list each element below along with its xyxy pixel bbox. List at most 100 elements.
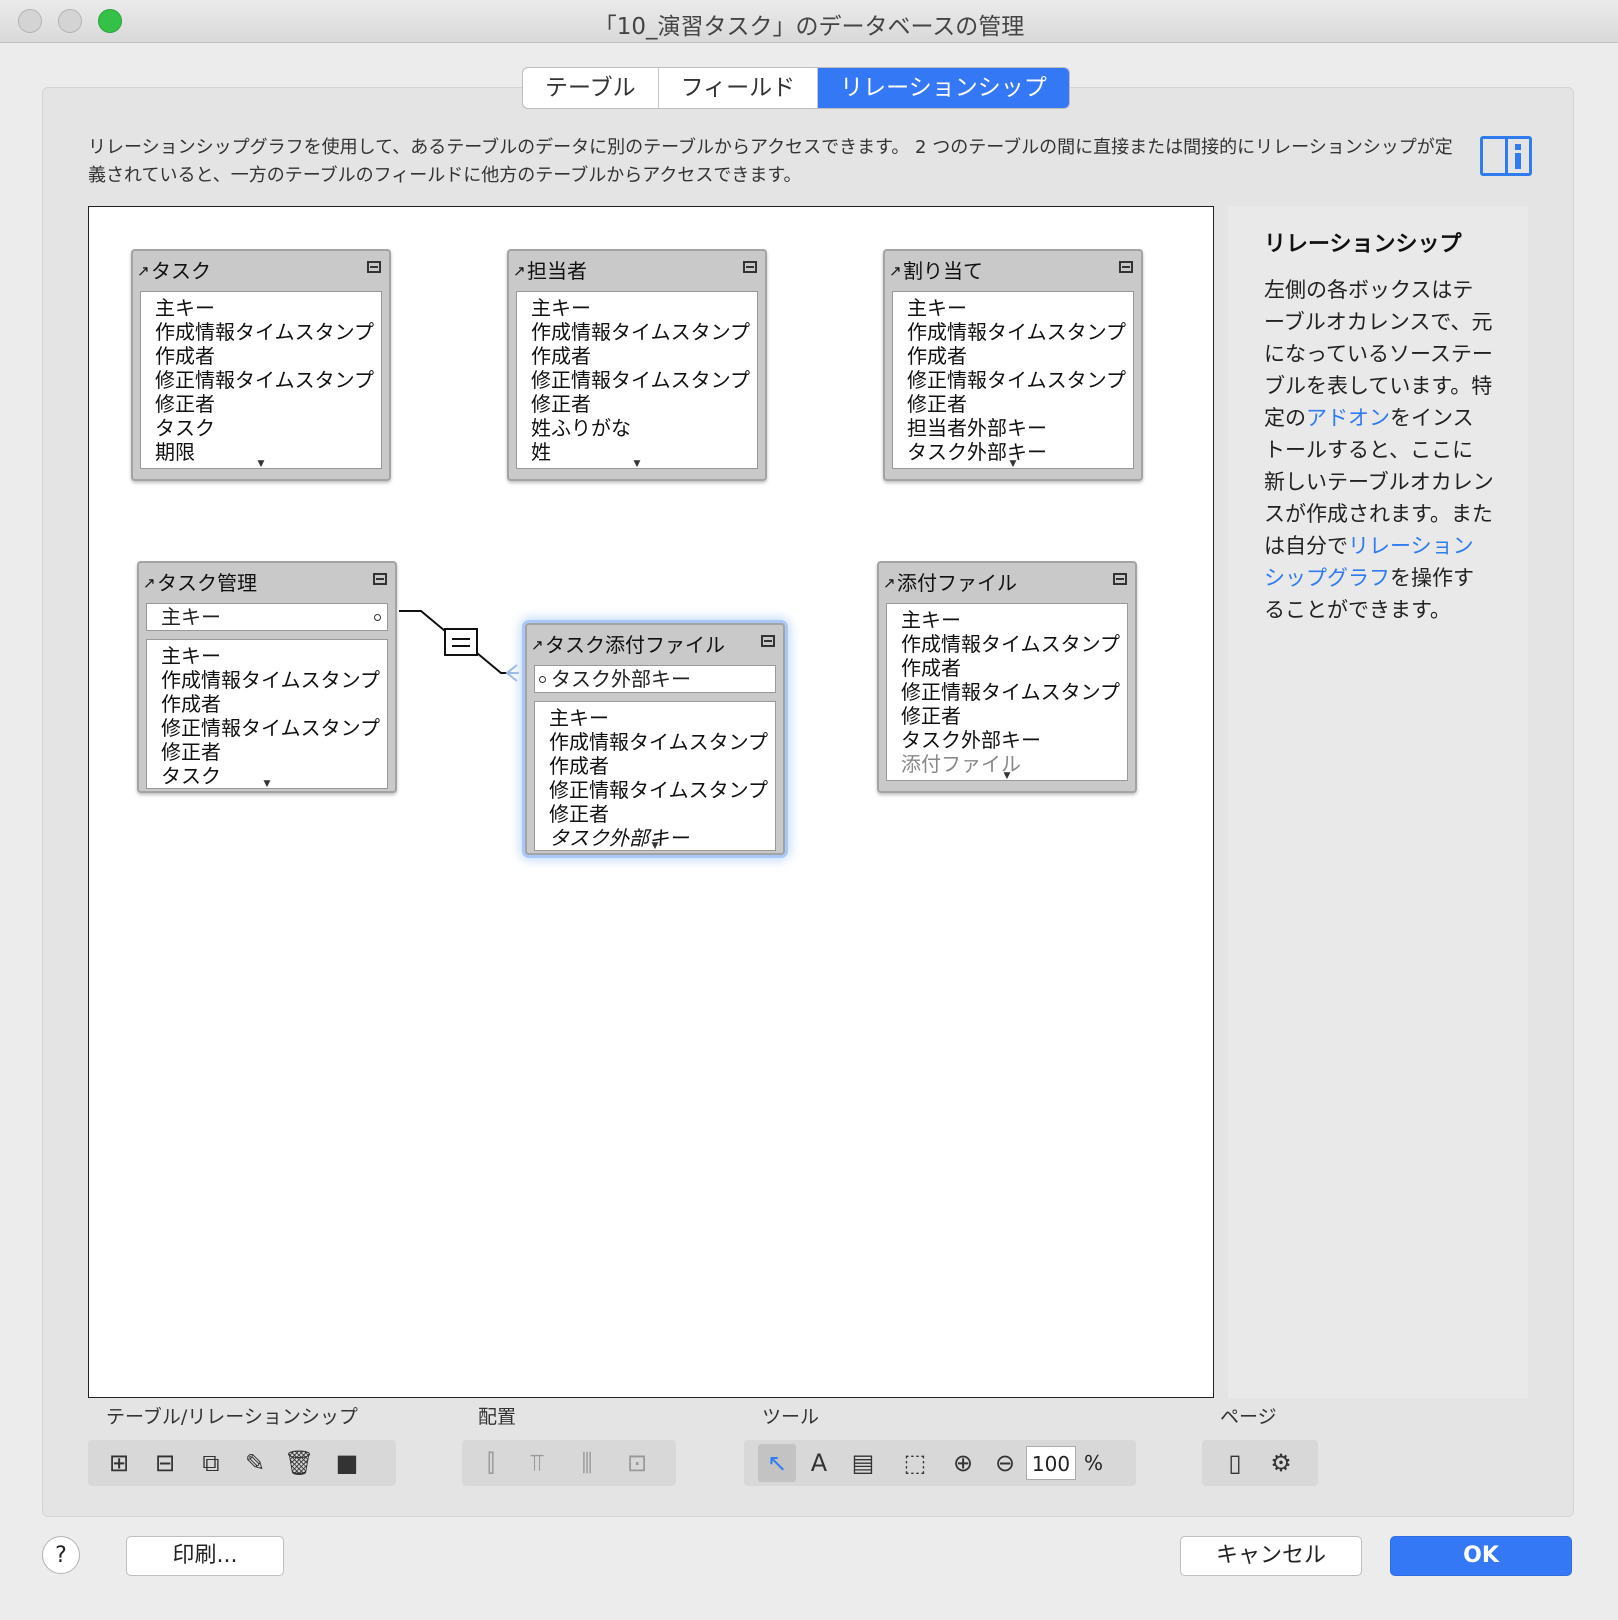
- scroll-down-icon[interactable]: ▼: [627, 460, 647, 469]
- field-item[interactable]: 主キー: [517, 296, 757, 320]
- duplicate-icon[interactable]: ⧉: [196, 1449, 226, 1477]
- page-setup-icon[interactable]: ⚙: [1266, 1449, 1296, 1477]
- cancel-button[interactable]: キャンセル: [1180, 1536, 1362, 1576]
- align-top-icon[interactable]: ⫪: [522, 1449, 552, 1477]
- select-pointer-icon[interactable]: ↖: [758, 1444, 796, 1482]
- table-occurrence-attachment[interactable]: ↗ 添付ファイル 主キー 作成情報タイムスタンプ 作成者 修正情報タイムスタンプ…: [877, 561, 1137, 793]
- match-field[interactable]: タスク外部キー: [551, 667, 691, 691]
- page-breaks-icon[interactable]: ▯: [1220, 1449, 1250, 1477]
- go-to-source-arrow-icon[interactable]: ↗: [143, 574, 156, 592]
- field-list[interactable]: 主キー 作成情報タイムスタンプ 作成者 修正情報タイムスタンプ 修正者 担当者外…: [892, 291, 1134, 469]
- collapse-icon[interactable]: [1119, 261, 1133, 273]
- field-item[interactable]: 作成者: [517, 344, 757, 368]
- scroll-down-icon[interactable]: ▼: [645, 842, 665, 851]
- table-header[interactable]: ↗ タスク添付ファイル: [527, 625, 783, 665]
- table-header[interactable]: ↗ 担当者: [509, 251, 765, 291]
- match-field-section[interactable]: タスク外部キー: [534, 665, 776, 693]
- tab-fields[interactable]: フィールド: [659, 68, 819, 108]
- field-item[interactable]: 姓ふりがな: [517, 416, 757, 440]
- collapse-icon[interactable]: [743, 261, 757, 273]
- match-field-section[interactable]: 主キー: [146, 603, 388, 631]
- relationship-graph[interactable]: ↗ タスク 主キー 作成情報タイムスタンプ 作成者 修正情報タイムスタンプ 修正…: [88, 206, 1214, 1398]
- field-item[interactable]: 作成者: [535, 754, 775, 778]
- table-occurrence-assignment[interactable]: ↗ 割り当て 主キー 作成情報タイムスタンプ 作成者 修正情報タイムスタンプ 修…: [883, 249, 1143, 481]
- table-occurrence-assignee[interactable]: ↗ 担当者 主キー 作成情報タイムスタンプ 作成者 修正情報タイムスタンプ 修正…: [507, 249, 767, 481]
- table-occurrence-task[interactable]: ↗ タスク 主キー 作成情報タイムスタンプ 作成者 修正情報タイムスタンプ 修正…: [131, 249, 391, 481]
- zoom-in-icon[interactable]: ⊕: [948, 1449, 978, 1477]
- field-item[interactable]: 修正者: [141, 392, 381, 416]
- collapse-icon[interactable]: [761, 635, 775, 647]
- field-item[interactable]: 修正情報タイムスタンプ: [535, 778, 775, 802]
- field-item[interactable]: タスク: [141, 416, 381, 440]
- field-item[interactable]: 作成情報タイムスタンプ: [141, 320, 381, 344]
- field-item[interactable]: 作成者: [141, 344, 381, 368]
- field-list[interactable]: 主キー 作成情報タイムスタンプ 作成者 修正情報タイムスタンプ 修正者 タスク …: [146, 639, 388, 789]
- field-item[interactable]: 主キー: [893, 296, 1133, 320]
- field-item[interactable]: 作成情報タイムスタンプ: [535, 730, 775, 754]
- resize-icon[interactable]: ⊡: [622, 1449, 652, 1477]
- field-item[interactable]: 作成情報タイムスタンプ: [517, 320, 757, 344]
- table-header[interactable]: ↗ 割り当て: [885, 251, 1141, 291]
- go-to-source-arrow-icon[interactable]: ↗: [883, 574, 896, 592]
- scroll-down-icon[interactable]: ▼: [251, 460, 271, 469]
- field-list[interactable]: 主キー 作成情報タイムスタンプ 作成者 修正情報タイムスタンプ 修正者 タスク外…: [886, 603, 1128, 781]
- field-item[interactable]: 主キー: [141, 296, 381, 320]
- table-occurrence-task-attachment[interactable]: ↗ タスク添付ファイル タスク外部キー 主キー 作成情報タイムスタンプ 作成者 …: [525, 623, 785, 855]
- field-item[interactable]: 修正情報タイムスタンプ: [887, 680, 1127, 704]
- note-tool-icon[interactable]: ▤: [848, 1449, 878, 1477]
- zoom-out-icon[interactable]: ⊖: [990, 1449, 1020, 1477]
- field-item[interactable]: 修正情報タイムスタンプ: [893, 368, 1133, 392]
- table-header[interactable]: ↗ タスク: [133, 251, 389, 291]
- tab-tables[interactable]: テーブル: [523, 68, 659, 108]
- field-item[interactable]: 作成者: [887, 656, 1127, 680]
- go-to-source-arrow-icon[interactable]: ↗: [531, 636, 544, 654]
- add-table-icon[interactable]: ⊞: [104, 1449, 134, 1477]
- field-item[interactable]: 修正者: [887, 704, 1127, 728]
- addon-link[interactable]: アドオン: [1306, 406, 1390, 430]
- collapse-icon[interactable]: [1113, 573, 1127, 585]
- distribute-icon[interactable]: ⫼: [572, 1449, 602, 1477]
- go-to-source-arrow-icon[interactable]: ↗: [889, 262, 902, 280]
- field-item[interactable]: 修正情報タイムスタンプ: [517, 368, 757, 392]
- scroll-down-icon[interactable]: ▼: [997, 772, 1017, 781]
- field-item[interactable]: 主キー: [535, 706, 775, 730]
- scroll-down-icon[interactable]: ▼: [257, 780, 277, 789]
- field-list[interactable]: 主キー 作成情報タイムスタンプ 作成者 修正情報タイムスタンプ 修正者 タスク …: [140, 291, 382, 469]
- field-list[interactable]: 主キー 作成情報タイムスタンプ 作成者 修正情報タイムスタンプ 修正者 タスク外…: [534, 701, 776, 851]
- go-to-source-arrow-icon[interactable]: ↗: [137, 262, 150, 280]
- field-list[interactable]: 主キー 作成情報タイムスタンプ 作成者 修正情報タイムスタンプ 修正者 姓ふりが…: [516, 291, 758, 469]
- field-item[interactable]: 主キー: [887, 608, 1127, 632]
- field-item[interactable]: 修正者: [517, 392, 757, 416]
- field-item[interactable]: 主キー: [147, 644, 387, 668]
- field-item[interactable]: 担当者外部キー: [893, 416, 1133, 440]
- table-header[interactable]: ↗ タスク管理: [139, 563, 395, 603]
- field-item[interactable]: 作成情報タイムスタンプ: [893, 320, 1133, 344]
- zoom-level-input[interactable]: 100: [1026, 1446, 1076, 1480]
- align-left-icon[interactable]: ⫿: [476, 1449, 506, 1477]
- field-item[interactable]: 修正情報タイムスタンプ: [147, 716, 387, 740]
- field-item[interactable]: タスク外部キー: [887, 728, 1127, 752]
- add-relationship-icon[interactable]: ⊟: [150, 1449, 180, 1477]
- field-item[interactable]: 修正者: [893, 392, 1133, 416]
- help-button[interactable]: ?: [42, 1536, 80, 1574]
- tab-relationships[interactable]: リレーションシップ: [818, 68, 1069, 108]
- field-item[interactable]: 作成者: [893, 344, 1133, 368]
- table-occurrence-task-management[interactable]: ↗ タスク管理 主キー 主キー 作成情報タイムスタンプ 作成者 修正情報タイムス…: [137, 561, 397, 793]
- delete-trash-icon[interactable]: 🗑: [284, 1449, 314, 1477]
- field-item[interactable]: 修正情報タイムスタンプ: [141, 368, 381, 392]
- edit-pencil-icon[interactable]: ✎: [240, 1449, 270, 1477]
- collapse-icon[interactable]: [373, 573, 387, 585]
- field-item[interactable]: 修正者: [535, 802, 775, 826]
- scroll-down-icon[interactable]: ▼: [1003, 460, 1023, 469]
- ok-button[interactable]: OK: [1390, 1536, 1572, 1576]
- field-item[interactable]: 修正者: [147, 740, 387, 764]
- collapse-icon[interactable]: [367, 261, 381, 273]
- field-item[interactable]: 作成者: [147, 692, 387, 716]
- color-icon[interactable]: ■: [332, 1449, 362, 1477]
- select-tables-icon[interactable]: ⬚: [900, 1449, 930, 1477]
- go-to-source-arrow-icon[interactable]: ↗: [513, 262, 526, 280]
- match-field[interactable]: 主キー: [161, 605, 221, 629]
- field-item[interactable]: 作成情報タイムスタンプ: [147, 668, 387, 692]
- info-panel-toggle-icon[interactable]: [1480, 136, 1532, 176]
- field-item[interactable]: 作成情報タイムスタンプ: [887, 632, 1127, 656]
